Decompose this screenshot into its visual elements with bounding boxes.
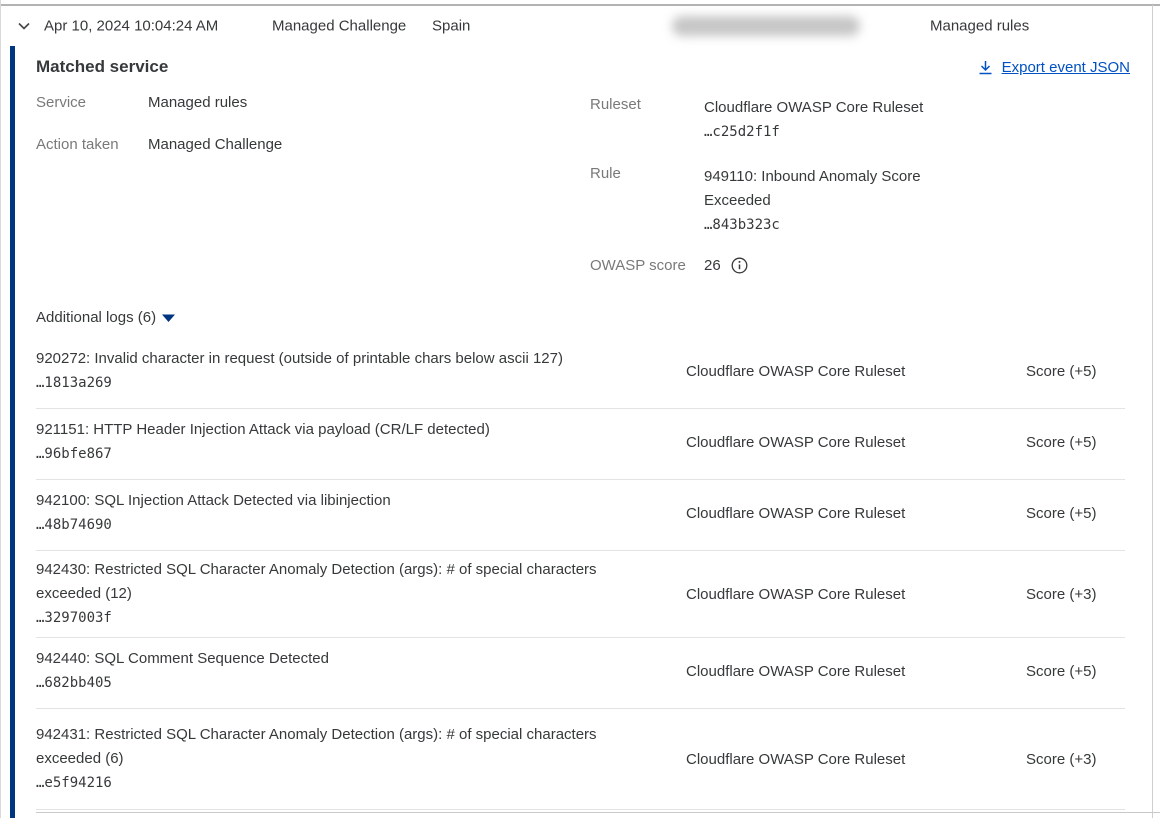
action-taken-value: Managed Challenge: [148, 136, 282, 153]
log-row: 942430: Restricted SQL Character Anomaly…: [36, 551, 1125, 638]
panel-title: Matched service: [36, 57, 168, 77]
table-right-border: [1152, 5, 1153, 818]
log-row: 920272: Invalid character in request (ou…: [36, 338, 1125, 409]
log-rule-ref: …1813a269: [36, 371, 651, 395]
log-ruleset: Cloudflare OWASP Core Ruleset: [686, 363, 1006, 380]
event-row[interactable]: Apr 10, 2024 10:04:24 AM Managed Challen…: [0, 6, 1152, 46]
log-rule-title: 920272: Invalid character in request (ou…: [36, 347, 651, 371]
event-country: Spain: [432, 18, 470, 35]
action-taken-label: Action taken: [36, 136, 119, 153]
table-left-border: [0, 0, 1, 818]
log-row: 921151: HTTP Header Injection Attack via…: [36, 409, 1125, 480]
log-rule-ref: …96bfe867: [36, 442, 651, 466]
log-ruleset: Cloudflare OWASP Core Ruleset: [686, 586, 1006, 603]
rule-label: Rule: [590, 165, 621, 182]
additional-logs-table: 920272: Invalid character in request (ou…: [36, 338, 1125, 810]
triangle-down-icon: [162, 314, 175, 323]
download-icon: [978, 60, 993, 76]
log-ruleset: Cloudflare OWASP Core Ruleset: [686, 751, 1006, 768]
log-score: Score (+5): [1006, 505, 1125, 522]
expanded-row-accent-bar: [10, 46, 15, 818]
log-row: 942431: Restricted SQL Character Anomaly…: [36, 709, 1125, 810]
log-score: Score (+5): [1006, 363, 1125, 380]
event-timestamp: Apr 10, 2024 10:04:24 AM: [44, 18, 218, 35]
log-row: 942100: SQL Injection Attack Detected vi…: [36, 480, 1125, 551]
service-value: Managed rules: [148, 94, 247, 111]
log-ruleset: Cloudflare OWASP Core Ruleset: [686, 434, 1006, 451]
rule-value: 949110: Inbound Anomaly Score Exceeded: [704, 165, 936, 213]
rule-ref: …843b323c: [704, 213, 936, 237]
rule-value-block: 949110: Inbound Anomaly Score Exceeded ……: [704, 165, 936, 237]
log-rule-title: 942430: Restricted SQL Character Anomaly…: [36, 558, 651, 606]
ruleset-label: Ruleset: [590, 96, 641, 113]
log-rule-ref: …682bb405: [36, 671, 651, 695]
additional-logs-toggle[interactable]: Additional logs (6): [36, 309, 175, 326]
next-row-divider: [36, 812, 1160, 813]
log-ruleset: Cloudflare OWASP Core Ruleset: [686, 505, 1006, 522]
ruleset-value-block: Cloudflare OWASP Core Ruleset …c25d2f1f: [704, 96, 944, 144]
ruleset-value: Cloudflare OWASP Core Ruleset: [704, 96, 944, 120]
log-score: Score (+3): [1006, 751, 1125, 768]
export-link-label: Export event JSON: [1002, 59, 1130, 76]
event-service: Managed rules: [930, 18, 1029, 35]
log-rule-title: 942431: Restricted SQL Character Anomaly…: [36, 723, 651, 771]
owasp-score-label: OWASP score: [590, 257, 686, 274]
log-ruleset: Cloudflare OWASP Core Ruleset: [686, 663, 1006, 680]
owasp-score-value-row: 26: [704, 257, 748, 274]
service-label: Service: [36, 94, 86, 111]
additional-logs-label: Additional logs (6): [36, 309, 156, 326]
log-rule-title: 942100: SQL Injection Attack Detected vi…: [36, 489, 651, 513]
owasp-score-value: 26: [704, 257, 721, 274]
log-score: Score (+5): [1006, 434, 1125, 451]
chevron-down-icon[interactable]: [15, 17, 33, 35]
ruleset-ref: …c25d2f1f: [704, 120, 944, 144]
redacted-host-value: [672, 16, 860, 36]
log-row: 942440: SQL Comment Sequence Detected …6…: [36, 638, 1125, 709]
log-score: Score (+3): [1006, 586, 1125, 603]
log-rule-ref: …48b74690: [36, 513, 651, 537]
log-rule-title: 942440: SQL Comment Sequence Detected: [36, 647, 651, 671]
log-rule-ref: …3297003f: [36, 606, 651, 630]
info-icon[interactable]: [731, 257, 748, 274]
log-score: Score (+5): [1006, 663, 1125, 680]
event-action-taken: Managed Challenge: [272, 18, 406, 35]
log-rule-ref: …e5f94216: [36, 771, 651, 795]
export-event-json-link[interactable]: Export event JSON: [978, 59, 1130, 76]
log-rule-title: 921151: HTTP Header Injection Attack via…: [36, 418, 651, 442]
